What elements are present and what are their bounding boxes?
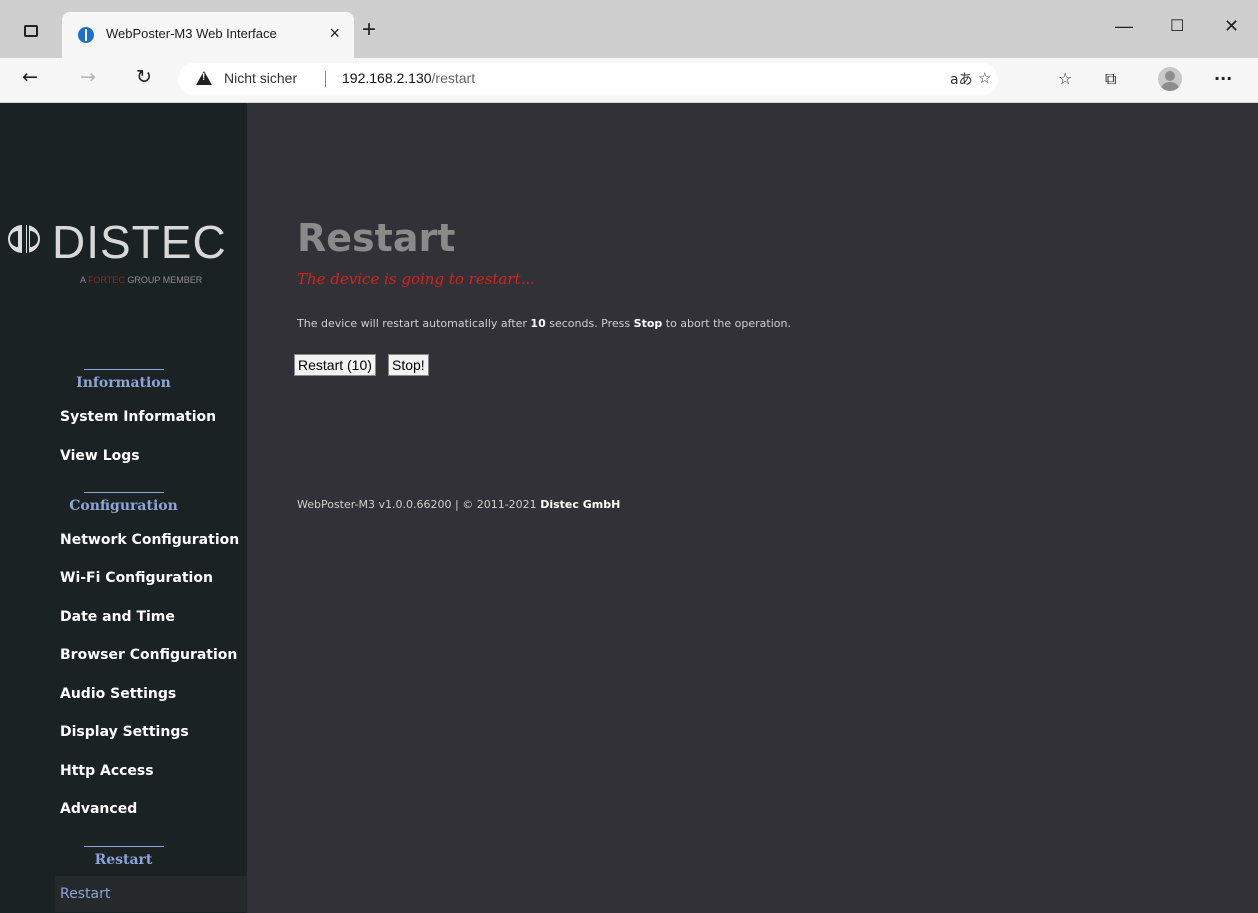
add-favorite-icon[interactable]: ☆ <box>978 69 991 87</box>
back-icon[interactable]: ← <box>22 66 38 88</box>
security-label[interactable]: Nicht sicher <box>224 70 297 86</box>
logo-tagline: A FORTEC GROUP MEMBER <box>80 275 203 285</box>
distec-logo-mark-icon <box>8 225 40 253</box>
browser-toolbar: ← → ↻ Nicht sicher 192.168.2.130/restart… <box>0 58 1258 103</box>
restart-status-message: The device is going to restart... <box>297 270 535 288</box>
sidebar-item-system-information[interactable]: System Information <box>55 399 247 435</box>
sidebar-item-browser-configuration[interactable]: Browser Configuration <box>55 637 247 673</box>
sidebar-item-display-settings[interactable]: Display Settings <box>55 714 247 750</box>
logo-wordmark: DISTEC <box>52 216 227 268</box>
sidebar-item-wifi-configuration[interactable]: Wi-Fi Configuration <box>55 560 247 596</box>
tab-title: WebPoster-M3 Web Interface <box>106 26 277 41</box>
nav-section-configuration: Configuration <box>0 492 247 514</box>
url-separator <box>325 71 326 87</box>
sidebar-item-http-access[interactable]: Http Access <box>55 753 247 789</box>
restart-button[interactable]: Restart (10) <box>294 354 376 376</box>
tab-actions-icon[interactable] <box>24 25 38 37</box>
more-icon[interactable]: ··· <box>1214 69 1232 88</box>
warning-icon[interactable] <box>196 71 212 85</box>
sidebar-item-advanced[interactable]: Advanced <box>55 791 247 827</box>
sidebar-item-audio-settings[interactable]: Audio Settings <box>55 676 247 712</box>
site-favicon-icon <box>78 27 94 43</box>
sidebar: DISTEC A FORTEC GROUP MEMBER Information… <box>0 103 247 913</box>
collections-icon[interactable]: ⧉ <box>1105 69 1116 89</box>
sidebar-item-restart[interactable]: Restart <box>55 876 247 912</box>
sidebar-item-date-and-time[interactable]: Date and Time <box>55 599 247 635</box>
restart-info-text: The device will restart automatically af… <box>297 317 791 330</box>
nav-section-information: Information <box>0 369 247 391</box>
browser-tab-bar: WebPoster-M3 Web Interface × + — ☐ ✕ <box>0 0 1258 58</box>
sidebar-item-network-configuration[interactable]: Network Configuration <box>55 522 247 558</box>
minimize-icon[interactable]: — <box>1115 16 1133 37</box>
browser-tab[interactable]: WebPoster-M3 Web Interface × <box>62 12 354 58</box>
new-tab-icon[interactable]: + <box>362 16 376 44</box>
close-window-icon[interactable]: ✕ <box>1224 16 1239 37</box>
page-title: Restart <box>297 216 456 260</box>
refresh-icon[interactable]: ↻ <box>136 66 152 88</box>
forward-icon: → <box>80 66 96 88</box>
favorites-icon[interactable]: ☆ <box>1058 69 1072 88</box>
main-content: Restart The device is going to restart..… <box>247 103 1258 913</box>
profile-icon[interactable] <box>1158 67 1182 91</box>
footer: WebPoster-M3 v1.0.0.66200 | © 2011-2021 … <box>297 498 621 511</box>
read-aloud-icon[interactable]: aあ <box>950 69 973 89</box>
nav-section-restart: Restart <box>0 846 247 868</box>
address-bar[interactable]: Nicht sicher 192.168.2.130/restart aあ ☆ <box>178 63 998 95</box>
tab-close-icon[interactable]: × <box>329 23 340 44</box>
sidebar-item-view-logs[interactable]: View Logs <box>55 438 247 474</box>
stop-button[interactable]: Stop! <box>388 354 429 376</box>
maximize-icon[interactable]: ☐ <box>1170 16 1184 36</box>
url-text[interactable]: 192.168.2.130/restart <box>342 70 475 86</box>
